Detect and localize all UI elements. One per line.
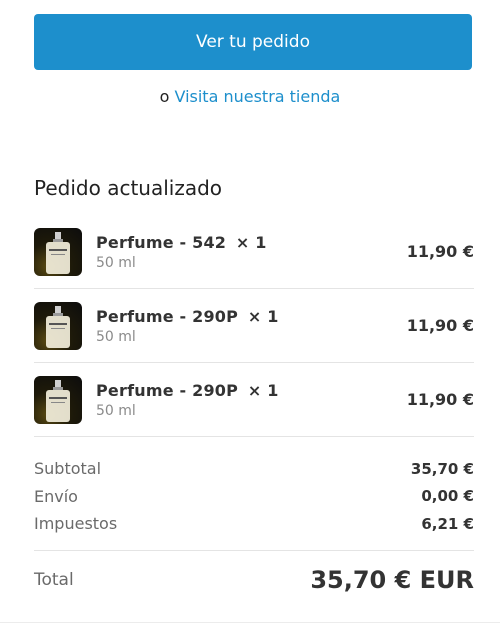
divider — [0, 622, 500, 623]
view-order-button[interactable]: Ver tu pedido — [34, 14, 472, 70]
perfume-bottle-icon — [34, 375, 82, 424]
order-title: Pedido actualizado — [34, 176, 223, 200]
order-summary: Subtotal 35,70 € Envío 0,00 € Impuestos … — [34, 455, 474, 538]
shipping-value: 0,00 € — [421, 487, 474, 506]
or-text: o — [159, 87, 170, 106]
item-price: 11,90 € — [406, 242, 474, 261]
shipping-label: Envío — [34, 486, 78, 506]
store-link-line: o Visita nuestra tienda — [0, 87, 500, 106]
item-name: Perfume - 290P × 1 — [96, 307, 407, 326]
taxes-value: 6,21 € — [421, 514, 474, 533]
visit-store-link[interactable]: Visita nuestra tienda — [174, 87, 340, 106]
item-info: Perfume - 290P × 1 50 ml — [96, 307, 407, 345]
item-quantity: × 1 — [247, 306, 279, 326]
list-item: Perfume - 290P × 1 50 ml 11,90 € — [34, 363, 474, 437]
divider — [34, 550, 474, 551]
item-name: Perfume - 542 × 1 — [96, 233, 407, 252]
item-quantity: × 1 — [235, 232, 267, 252]
list-item: Perfume - 290P × 1 50 ml 11,90 € — [34, 289, 474, 363]
order-items-list: Perfume - 542 × 1 50 ml 11,90 € Perfume … — [34, 215, 474, 437]
item-title: Perfume - 290P — [96, 306, 239, 326]
subtotal-label: Subtotal — [34, 459, 102, 479]
item-info: Perfume - 290P × 1 50 ml — [96, 381, 407, 419]
perfume-bottle-icon — [34, 227, 82, 276]
item-quantity: × 1 — [247, 380, 279, 400]
total-row: Total 35,70 € EUR — [34, 566, 474, 594]
item-title: Perfume - 542 — [96, 232, 227, 252]
shipping-row: Envío 0,00 € — [34, 483, 474, 511]
list-item: Perfume - 542 × 1 50 ml 11,90 € — [34, 215, 474, 289]
item-info: Perfume - 542 × 1 50 ml — [96, 233, 407, 271]
total-value: 35,70 € EUR — [310, 566, 474, 594]
subtotal-value: 35,70 € — [410, 459, 474, 478]
item-price: 11,90 € — [406, 316, 474, 335]
item-variant: 50 ml — [96, 402, 136, 419]
subtotal-row: Subtotal 35,70 € — [34, 455, 474, 483]
item-title: Perfume - 290P — [96, 380, 239, 400]
item-variant: 50 ml — [96, 328, 136, 345]
item-variant: 50 ml — [96, 254, 136, 271]
taxes-label: Impuestos — [34, 514, 118, 534]
perfume-bottle-icon — [34, 301, 82, 350]
taxes-row: Impuestos 6,21 € — [34, 510, 474, 538]
item-name: Perfume - 290P × 1 — [96, 381, 407, 400]
item-price: 11,90 € — [406, 390, 474, 409]
total-label: Total — [34, 570, 74, 590]
